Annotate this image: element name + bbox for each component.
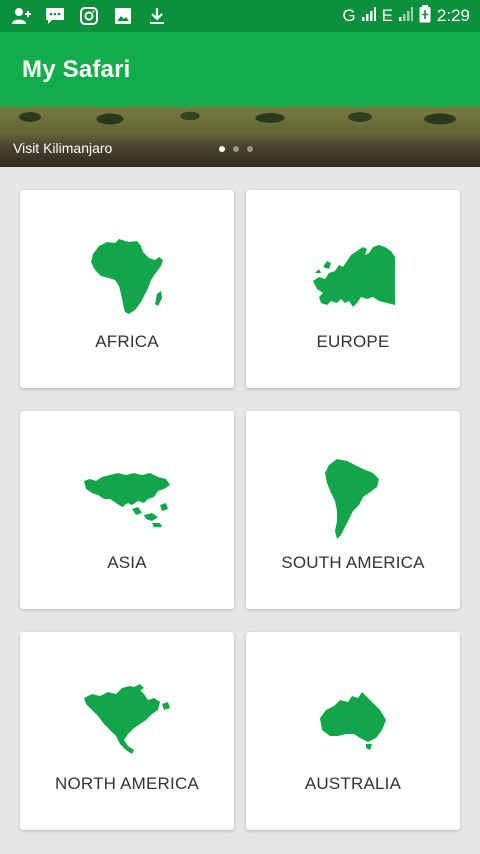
continent-card-south-america[interactable]: SOUTH AMERICA: [246, 411, 460, 609]
clock: 2:29: [436, 6, 470, 25]
continent-label: ASIA: [107, 553, 147, 572]
carousel-dot-active: [219, 146, 225, 152]
continent-label: AUSTRALIA: [304, 774, 402, 793]
continent-card-europe[interactable]: EUROPE: [246, 190, 460, 388]
notification-icons: [10, 6, 168, 26]
app-bar: My Safari: [0, 32, 480, 107]
carousel-dot: [247, 146, 253, 152]
continent-card-australia[interactable]: AUSTRALIA: [246, 632, 460, 830]
south-america-map-icon: [298, 456, 408, 542]
north-america-map-icon: [72, 677, 182, 763]
continent-label: AFRICA: [95, 332, 159, 351]
chat-icon: [44, 6, 66, 26]
app-title: My Safari: [22, 55, 131, 83]
add-contact-icon: [10, 6, 32, 26]
asia-map-icon: [72, 456, 182, 542]
continent-card-north-america[interactable]: NORTH AMERICA: [20, 632, 234, 830]
instagram-icon: [78, 6, 100, 26]
europe-map-icon: [298, 235, 408, 321]
download-icon: [146, 6, 168, 26]
network-e-label: E: [381, 6, 393, 25]
carousel-indicator: [219, 146, 253, 152]
continent-label: EUROPE: [316, 332, 390, 351]
battery-icon: [419, 4, 431, 28]
continent-card-asia[interactable]: ASIA: [20, 411, 234, 609]
image-icon: [112, 6, 134, 26]
africa-map-icon: [72, 235, 182, 321]
banner-caption: Visit Kilimanjaro: [13, 140, 113, 156]
banner-carousel[interactable]: Visit Kilimanjaro: [0, 107, 480, 167]
australia-map-icon: [298, 677, 408, 763]
signal-icon-2: [398, 6, 413, 26]
signal-icon: [361, 6, 376, 26]
continent-label: SOUTH AMERICA: [281, 553, 425, 572]
carousel-dot: [233, 146, 239, 152]
status-bar: G E 2:29: [0, 0, 480, 32]
continent-label: NORTH AMERICA: [55, 774, 199, 793]
continent-card-africa[interactable]: AFRICA: [20, 190, 234, 388]
system-indicators: G E 2:29: [342, 4, 470, 28]
network-g-label: G: [342, 6, 356, 25]
